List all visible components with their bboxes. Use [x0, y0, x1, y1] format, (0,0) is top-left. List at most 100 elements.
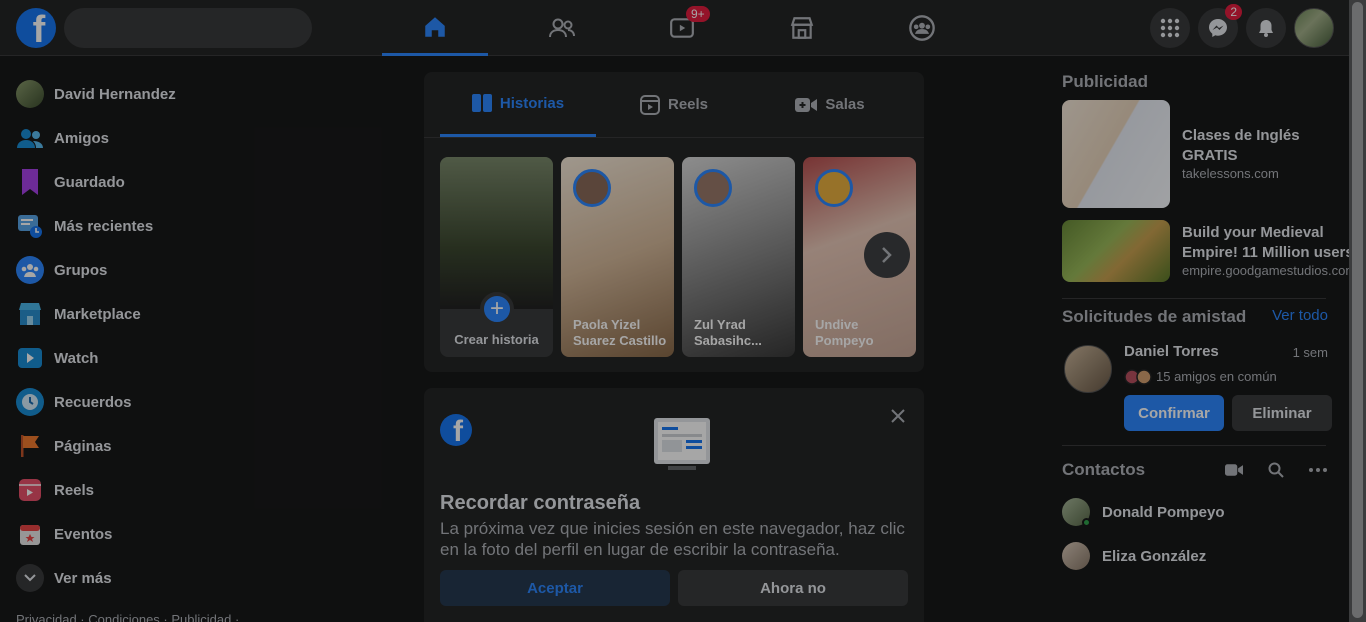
contact-item[interactable]: Donald Pompeyo — [1054, 490, 1334, 534]
ad-item[interactable]: Build your Medieval Empire! 11 Million u… — [1054, 216, 1356, 290]
story-card[interactable]: Zul Yrad Sabasihc... — [682, 157, 795, 357]
scrollbar[interactable] — [1349, 0, 1366, 622]
scrollbar-thumb[interactable] — [1352, 2, 1363, 618]
delete-button[interactable]: Eliminar — [1232, 395, 1332, 431]
search-icon — [1268, 462, 1284, 478]
nav-tab-marketplace[interactable] — [742, 0, 862, 56]
friend-requests-heading: Solicitudes de amistad — [1062, 307, 1247, 326]
stories-row: + Crear historia Paola Yizel Suarez Cast… — [440, 157, 916, 357]
footer-links[interactable]: Privacidad · Condiciones · Publicidad · — [16, 612, 239, 622]
tab-label: Historias — [499, 94, 565, 112]
mutual-friends-count[interactable]: 15 amigos en común — [1156, 369, 1277, 384]
ad-image — [1062, 100, 1170, 208]
plus-icon: + — [480, 292, 514, 326]
sidebar-item-groups[interactable]: Grupos — [8, 248, 348, 292]
ad-url: empire.goodgamestudios.com — [1182, 263, 1357, 278]
facebook-logo: f — [440, 414, 472, 446]
search-input[interactable] — [64, 8, 312, 48]
tab-rooms[interactable]: Salas — [752, 72, 908, 137]
groups-icon — [16, 256, 44, 284]
create-story-label: Crear historia — [454, 332, 539, 347]
top-right-actions: 2 — [1150, 4, 1334, 48]
recent-icon — [16, 212, 44, 240]
nav-tab-groups[interactable] — [862, 0, 982, 56]
facebook-logo[interactable]: f — [16, 8, 56, 48]
sidebar-item-watch[interactable]: Watch — [8, 336, 348, 380]
left-sidebar: David Hernandez Amigos Guardado Más reci… — [8, 72, 348, 600]
sidebar-item-pages[interactable]: Páginas — [8, 424, 348, 468]
nav-tab-watch[interactable]: 9+ — [622, 0, 742, 56]
profile-avatar-button[interactable] — [1294, 8, 1334, 48]
groups-icon — [909, 15, 935, 41]
sidebar-item-events[interactable]: Eventos — [8, 512, 348, 556]
marketplace-icon — [16, 300, 44, 328]
profile-avatar — [16, 80, 44, 108]
feed-column: Historias Reels Salas + Crear historia P… — [424, 72, 924, 372]
request-time: 1 sem — [1292, 345, 1328, 360]
messenger-icon — [1209, 19, 1227, 37]
more-options-icon — [1309, 468, 1327, 472]
sidebar-item-label: Reels — [54, 481, 95, 499]
stories-tabs: Historias Reels Salas — [424, 72, 924, 138]
messenger-button[interactable]: 2 — [1198, 4, 1242, 48]
request-name[interactable]: Daniel Torres — [1124, 343, 1219, 360]
bookmark-icon — [16, 168, 44, 196]
sidebar-item-label: Grupos — [54, 261, 108, 279]
video-camera-icon — [795, 97, 818, 112]
divider — [1062, 298, 1326, 299]
sidebar-item-marketplace[interactable]: Marketplace — [8, 292, 348, 336]
story-avatar — [815, 169, 853, 207]
close-button[interactable] — [886, 404, 910, 428]
create-story-card[interactable]: + Crear historia — [440, 157, 553, 357]
menu-button[interactable] — [1150, 8, 1190, 48]
browser-illustration-icon — [654, 418, 710, 470]
tab-label: Salas — [825, 96, 865, 113]
sidebar-item-label: David Hernandez — [54, 85, 176, 103]
grid-menu-icon — [1160, 18, 1180, 38]
new-room-button[interactable] — [1218, 454, 1250, 486]
sidebar-item-recent[interactable]: Más recientes — [8, 204, 348, 248]
ad-image — [1062, 220, 1170, 282]
home-icon — [425, 16, 445, 37]
sidebar-item-friends[interactable]: Amigos — [8, 116, 348, 160]
sidebar-item-label: Amigos — [54, 129, 110, 147]
events-icon — [16, 520, 44, 548]
notifications-button[interactable] — [1246, 8, 1286, 48]
nav-tab-friends[interactable] — [502, 0, 622, 56]
messenger-badge: 2 — [1225, 4, 1242, 20]
story-card[interactable]: Paola Yizel Suarez Castillo — [561, 157, 674, 357]
sidebar-item-memories[interactable]: Recuerdos — [8, 380, 348, 424]
see-all-link[interactable]: Ver todo — [1272, 307, 1328, 324]
contacts-options-button[interactable] — [1302, 454, 1334, 486]
nav-tab-home[interactable] — [382, 0, 488, 56]
ad-item[interactable]: Clases de Inglés GRATIS takelessons.com — [1054, 92, 1334, 216]
stories-next-button[interactable] — [864, 232, 910, 278]
story-avatar — [573, 169, 611, 207]
sidebar-item-label: Ver más — [54, 569, 112, 587]
accept-button[interactable]: Aceptar — [440, 570, 670, 606]
sidebar-item-see-more[interactable]: Ver más — [8, 556, 348, 600]
avatar[interactable] — [1064, 345, 1112, 393]
contact-name: Eliza González — [1102, 547, 1207, 565]
sidebar-item-label: Recuerdos — [54, 393, 132, 411]
confirm-button[interactable]: Confirmar — [1124, 395, 1224, 431]
chevron-right-icon — [882, 247, 892, 263]
contact-item[interactable]: Eliza González — [1054, 534, 1334, 578]
divider — [1062, 445, 1326, 446]
ad-url: takelessons.com — [1182, 166, 1279, 181]
online-status-dot — [1082, 518, 1091, 527]
watch-badge: 9+ — [686, 6, 710, 22]
top-bar: f 9+ 2 — [0, 0, 1366, 56]
tab-stories[interactable]: Historias — [440, 72, 596, 137]
memories-icon — [16, 388, 44, 416]
sidebar-item-reels[interactable]: Reels — [8, 468, 348, 512]
sidebar-item-saved[interactable]: Guardado — [8, 160, 348, 204]
right-sidebar: Publicidad Clases de Inglés GRATIS takel… — [1054, 72, 1356, 578]
not-now-button[interactable]: Ahora no — [678, 570, 908, 606]
remember-password-card: f Recordar contraseña La próxima vez que… — [424, 388, 924, 622]
search-contacts-button[interactable] — [1260, 454, 1292, 486]
pages-icon — [16, 432, 44, 460]
sidebar-item-profile[interactable]: David Hernandez — [8, 72, 348, 116]
tab-reels[interactable]: Reels — [596, 72, 752, 137]
sidebar-item-label: Marketplace — [54, 305, 141, 323]
